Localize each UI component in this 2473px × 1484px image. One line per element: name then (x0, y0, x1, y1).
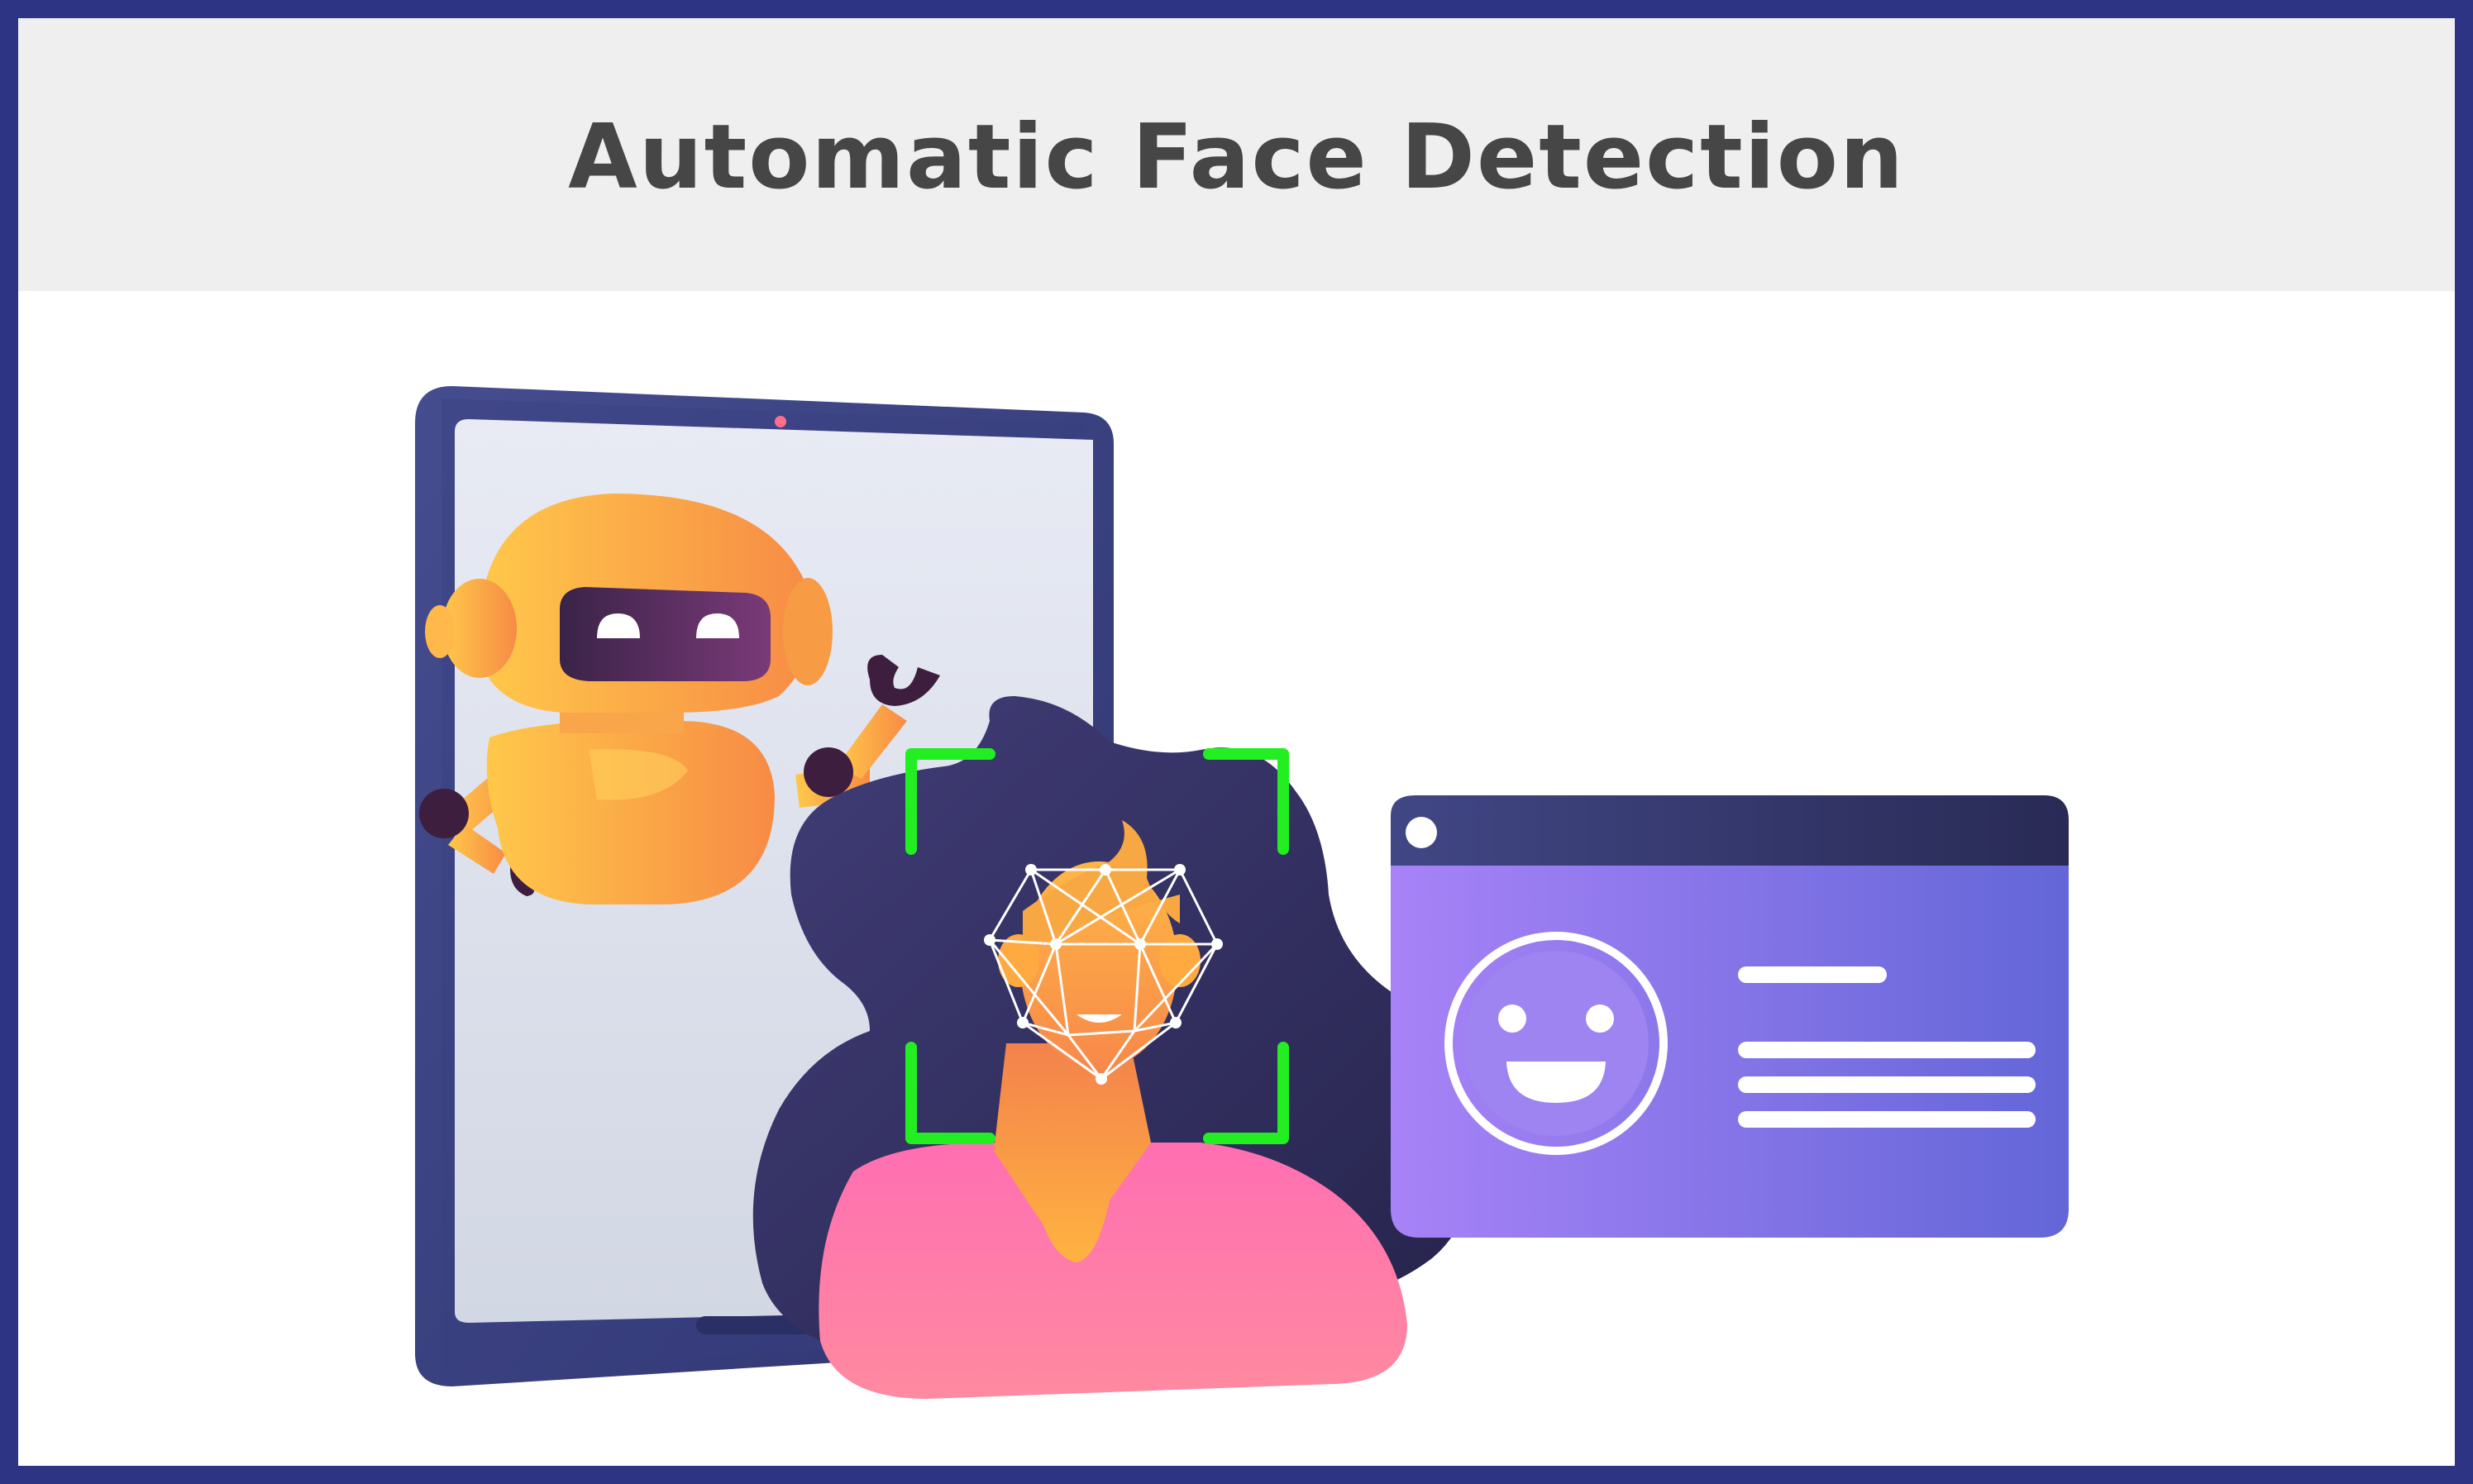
profile-name-line (1738, 966, 1887, 983)
illustration-scene (415, 386, 2069, 1399)
woman-portrait (752, 696, 1478, 1399)
window-dot-icon (1406, 817, 1437, 848)
smiley-face-icon (1444, 932, 1668, 1155)
profile-detail-line (1738, 1076, 2036, 1093)
profile-detail-line (1738, 1111, 2036, 1128)
profile-card-titlebar (1391, 795, 2069, 866)
tablet-camera (775, 416, 786, 427)
profile-card (1391, 795, 2069, 1238)
profile-detail-line (1738, 1042, 2036, 1058)
illustration-frame: Automatic Face Detection (0, 0, 2473, 1484)
